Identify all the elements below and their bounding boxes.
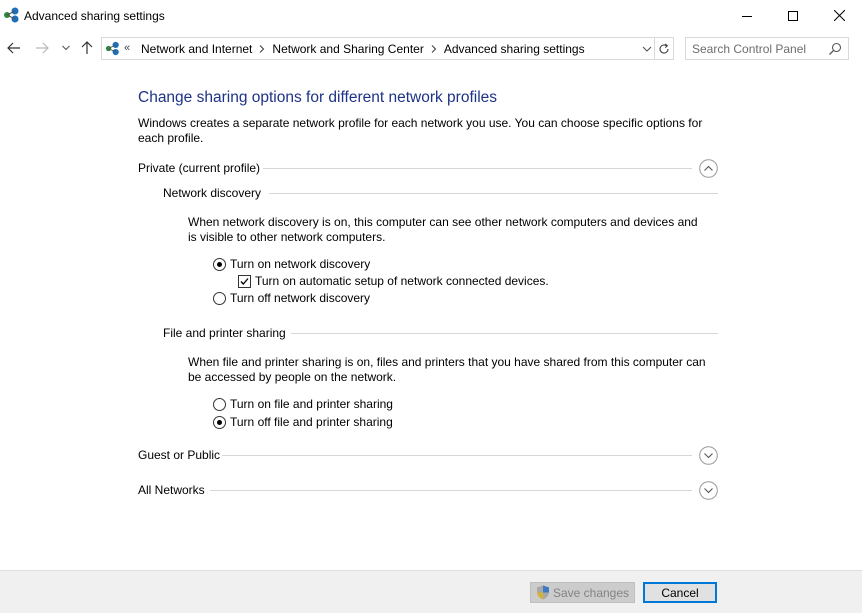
refresh-icon (659, 43, 669, 54)
radio-label[interactable]: Turn on network discovery (230, 257, 370, 271)
section-network-discovery: Network discovery (163, 186, 718, 202)
collapse-button-private[interactable] (699, 159, 718, 178)
page-title: Change sharing options for different net… (138, 89, 498, 106)
expand-button-guest[interactable] (699, 446, 718, 465)
checkbox-label[interactable]: Turn on automatic setup of network conne… (255, 274, 549, 288)
refresh-button[interactable] (654, 37, 674, 60)
minimize-icon (742, 15, 752, 17)
save-button-label: Save changes (552, 585, 630, 600)
page-intro: Windows creates a separate network profi… (138, 116, 703, 145)
radio-button[interactable] (213, 291, 226, 305)
divider (263, 168, 692, 169)
breadcrumb-overflow[interactable]: « (124, 42, 130, 54)
section-file-printer-sharing: File and printer sharing (163, 326, 718, 342)
profile-label-private: Private (current profile) (138, 161, 269, 175)
profile-header-private[interactable]: Private (current profile) (138, 159, 720, 179)
search-icon[interactable] (828, 42, 842, 56)
network-icon (105, 41, 121, 56)
title-bar: Advanced sharing settings (0, 0, 862, 32)
navigation-bar: « Network and Internet Network and Shari… (0, 32, 862, 64)
back-button[interactable] (5, 38, 23, 58)
arrow-left-icon (7, 42, 20, 54)
cancel-button[interactable]: Cancel (643, 582, 717, 603)
chevron-down-circle-icon (699, 446, 718, 465)
maximize-button[interactable] (770, 0, 816, 31)
search-input[interactable] (692, 41, 822, 57)
minimize-button[interactable] (724, 0, 770, 31)
radio-file-sharing-off[interactable]: Turn off file and printer sharing (213, 415, 393, 429)
network-icon (3, 7, 21, 23)
save-changes-button[interactable]: Save changes (530, 582, 635, 603)
divider (269, 193, 718, 194)
checkmark-icon (240, 277, 249, 285)
forward-button[interactable] (33, 38, 51, 58)
radio-label[interactable]: Turn off network discovery (230, 291, 370, 305)
chevron-down-icon (62, 45, 70, 51)
breadcrumb-network-and-sharing-center[interactable]: Network and Sharing Center (272, 42, 423, 56)
breadcrumb: Network and Internet Network and Sharing… (141, 42, 585, 56)
breadcrumb-network-and-internet[interactable]: Network and Internet (141, 42, 252, 56)
network-discovery-description: When network discovery is on, this compu… (188, 215, 698, 244)
radio-label[interactable]: Turn on file and printer sharing (230, 397, 393, 411)
radio-label[interactable]: Turn off file and printer sharing (230, 415, 393, 429)
checkbox-auto-setup[interactable]: Turn on automatic setup of network conne… (238, 274, 549, 288)
radio-file-sharing-on[interactable]: Turn on file and printer sharing (213, 397, 393, 411)
chevron-down-icon (642, 46, 652, 52)
file-printer-sharing-description: When file and printer sharing is on, fil… (188, 355, 706, 384)
close-button[interactable] (816, 0, 862, 31)
chevron-right-icon[interactable] (252, 45, 272, 53)
divider (210, 490, 692, 491)
maximize-icon (788, 10, 798, 21)
radio-button[interactable] (213, 257, 226, 271)
chevron-up-circle-icon (699, 159, 718, 178)
footer-bar: Save changes Cancel (0, 570, 862, 613)
arrow-right-icon (36, 42, 49, 54)
radio-network-discovery-on[interactable]: Turn on network discovery (213, 257, 370, 271)
checkbox[interactable] (238, 274, 251, 288)
chevron-right-icon[interactable] (424, 45, 444, 53)
radio-button[interactable] (213, 415, 226, 429)
radio-button[interactable] (213, 397, 226, 411)
recent-locations-button[interactable] (59, 38, 73, 58)
divider (222, 455, 692, 456)
close-icon (833, 10, 845, 21)
chevron-down-circle-icon (699, 481, 718, 500)
section-label-file-printer-sharing: File and printer sharing (163, 326, 286, 340)
main-content: Change sharing options for different net… (0, 64, 862, 570)
profile-label-guest: Guest or Public (138, 448, 229, 462)
profile-header-guest[interactable]: Guest or Public (138, 446, 720, 466)
up-button[interactable] (78, 38, 96, 58)
window-title: Advanced sharing settings (24, 9, 165, 23)
radio-network-discovery-off[interactable]: Turn off network discovery (213, 291, 370, 305)
section-label-network-discovery: Network discovery (163, 186, 262, 200)
breadcrumb-advanced-sharing-settings[interactable]: Advanced sharing settings (444, 42, 585, 56)
profile-label-all-networks: All Networks (138, 483, 213, 497)
divider (291, 333, 718, 334)
expand-button-all-networks[interactable] (699, 481, 718, 500)
address-bar[interactable]: « Network and Internet Network and Shari… (101, 37, 655, 60)
profile-header-all-networks[interactable]: All Networks (138, 481, 720, 501)
uac-shield-icon (536, 585, 549, 600)
arrow-up-icon (81, 41, 93, 54)
search-box[interactable] (685, 37, 849, 60)
address-dropdown-button[interactable] (640, 42, 654, 56)
